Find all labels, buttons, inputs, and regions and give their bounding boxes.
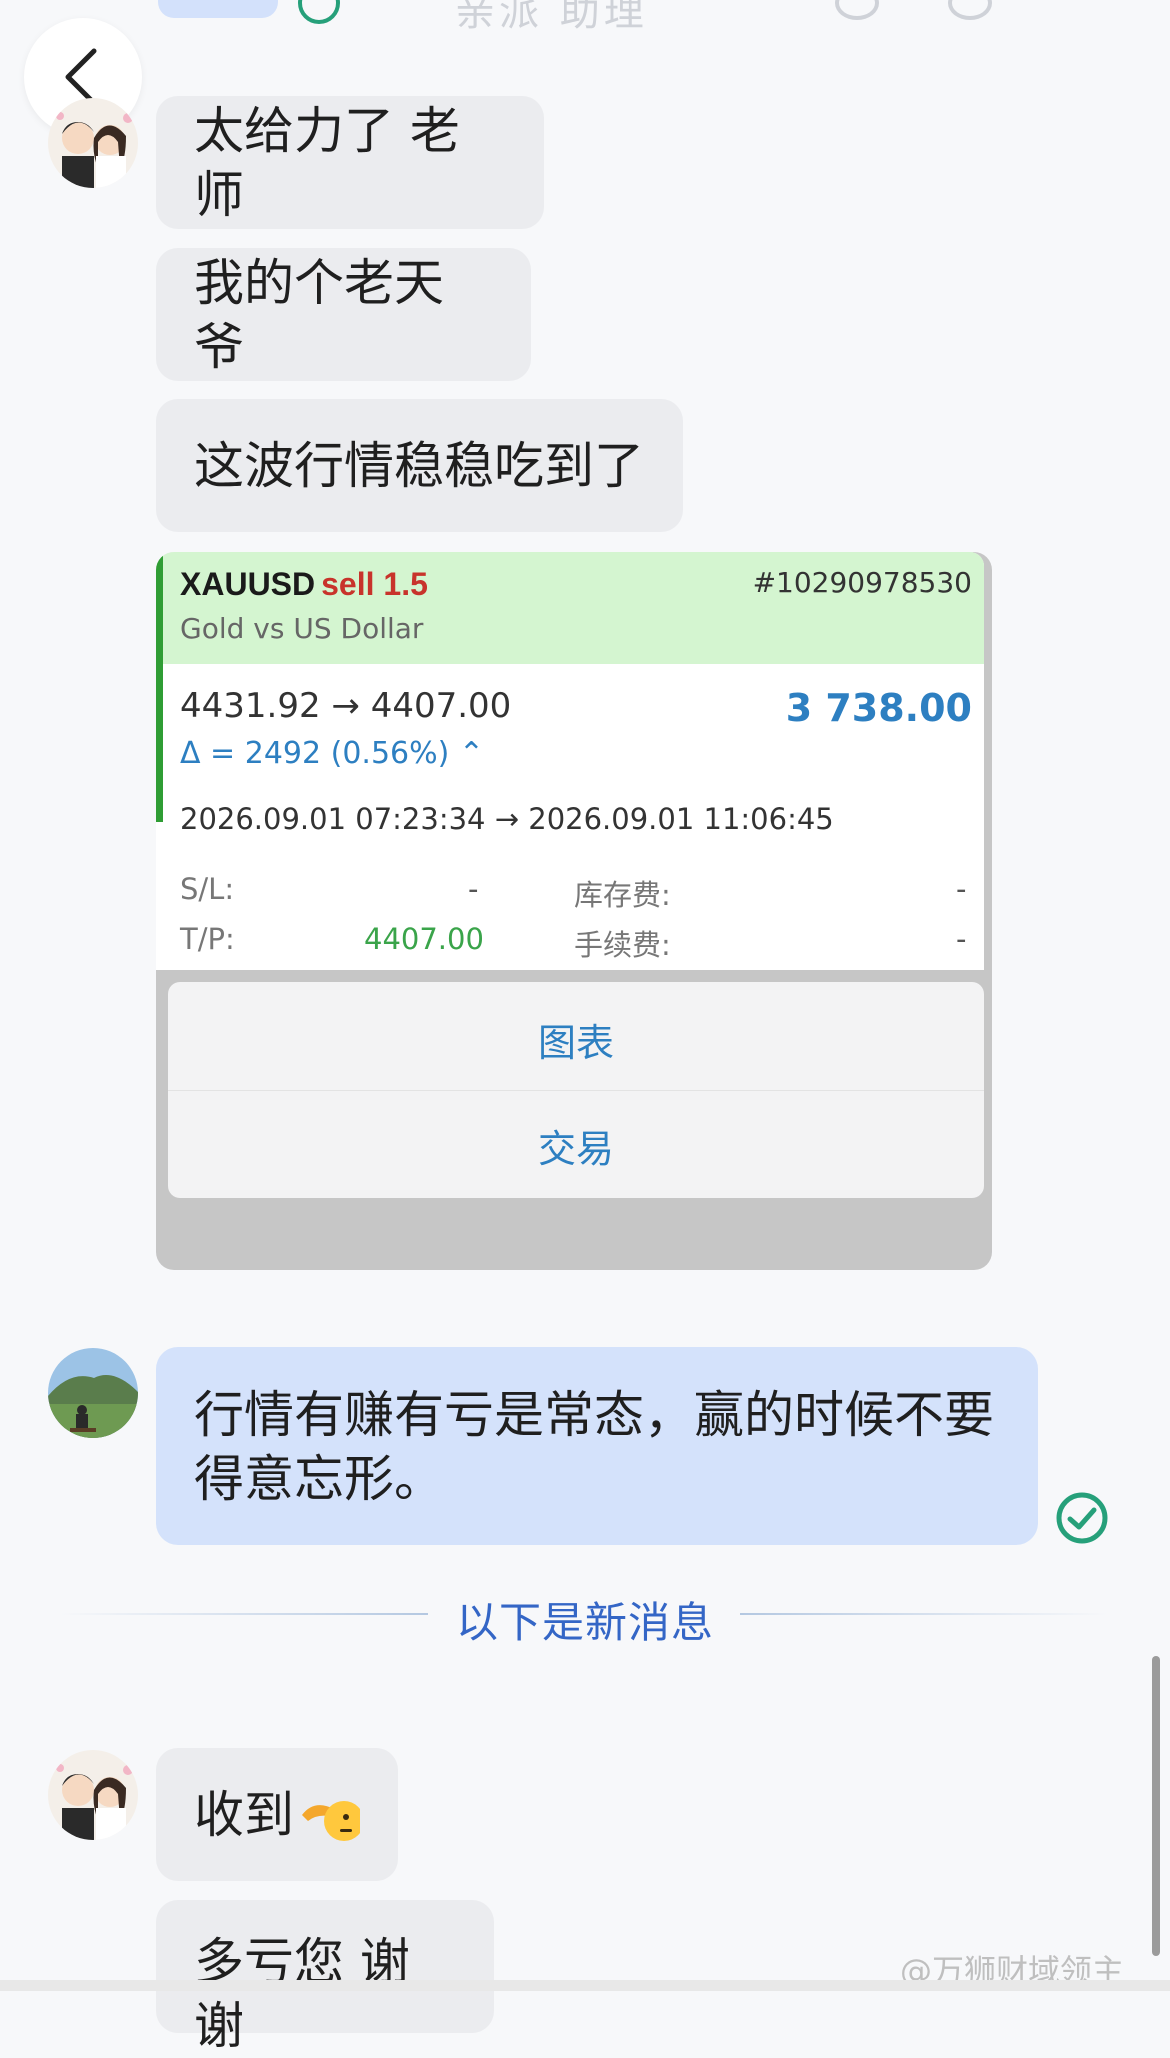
sl-label: S/L: bbox=[180, 872, 235, 906]
trade-pair-name: Gold vs US Dollar bbox=[180, 612, 424, 645]
chat-title: 亲派 助理 bbox=[455, 0, 648, 35]
action-sheet: 图表 交易 bbox=[168, 982, 984, 1198]
trade-screenshot-image[interactable]: XAUUSD sell 1.5 #10290978530 Gold vs US D… bbox=[156, 552, 992, 1270]
trade-prices: 4431.92 → 4407.00 bbox=[180, 686, 512, 726]
trade-times: 2026.09.01 07:23:34 → 2026.09.01 11:06:4… bbox=[180, 802, 834, 836]
trade-delta: Δ = 2492 (0.56%) ⌃ bbox=[180, 736, 484, 771]
my-avatar[interactable] bbox=[48, 1348, 138, 1438]
tp-value: 4407.00 bbox=[364, 922, 484, 956]
sl-value: - bbox=[468, 872, 479, 906]
message-text: 太给力了 老师 bbox=[194, 101, 460, 224]
incoming-message-bubble: 太给力了 老师 bbox=[156, 96, 544, 229]
message-text: 这波行情稳稳吃到了 bbox=[194, 436, 644, 495]
contact-avatar[interactable] bbox=[48, 1750, 138, 1840]
contact-avatar[interactable] bbox=[48, 98, 138, 188]
trade-profit: 3 738.00 bbox=[785, 686, 972, 730]
incoming-message-bubble: 我的个老天爷 bbox=[156, 248, 531, 381]
trade-card: XAUUSD sell 1.5 #10290978530 Gold vs US D… bbox=[156, 552, 984, 970]
message-text: 收到 bbox=[194, 1785, 294, 1844]
outgoing-message-bubble: 行情有赚有亏是常态，赢的时候不要得意忘形。 bbox=[156, 1347, 1038, 1545]
read-check-icon bbox=[298, 0, 340, 24]
message-text: 行情有赚有亏是常态，赢的时候不要得意忘形。 bbox=[194, 1386, 994, 1508]
incoming-message-bubble: 多亏您 谢谢 bbox=[156, 1900, 494, 2055]
fee-value: - bbox=[956, 922, 967, 956]
trade-menu-item[interactable]: 交易 bbox=[168, 1118, 984, 1173]
message-text: 我的个老天爷 bbox=[194, 253, 444, 376]
fee-label: 手续费: bbox=[574, 928, 671, 962]
message-text: 多亏您 谢谢 bbox=[194, 1933, 410, 2055]
chart-menu-item[interactable]: 图表 bbox=[168, 1012, 984, 1067]
trade-symbol: XAUUSD sell 1.5 bbox=[180, 566, 428, 602]
trade-ticket: #10290978530 bbox=[752, 566, 972, 599]
incoming-message-bubble: 这波行情稳稳吃到了 bbox=[156, 399, 683, 532]
swap-label: 库存费: bbox=[574, 878, 671, 912]
previous-message-bubble bbox=[158, 0, 278, 18]
new-messages-divider: 以下是新消息 bbox=[455, 1598, 714, 1647]
incoming-message-bubble: 收到 bbox=[156, 1748, 398, 1881]
read-check-icon bbox=[1056, 1492, 1108, 1544]
salute-emoji-icon bbox=[302, 1800, 360, 1841]
video-call-icon[interactable] bbox=[835, 0, 879, 20]
swap-value: - bbox=[956, 872, 967, 906]
trade-action: sell 1.5 bbox=[321, 566, 428, 602]
phone-icon[interactable] bbox=[948, 0, 992, 20]
scrollbar[interactable] bbox=[1152, 1656, 1160, 1956]
bottom-bar bbox=[0, 1980, 1170, 1991]
tp-label: T/P: bbox=[180, 922, 235, 956]
